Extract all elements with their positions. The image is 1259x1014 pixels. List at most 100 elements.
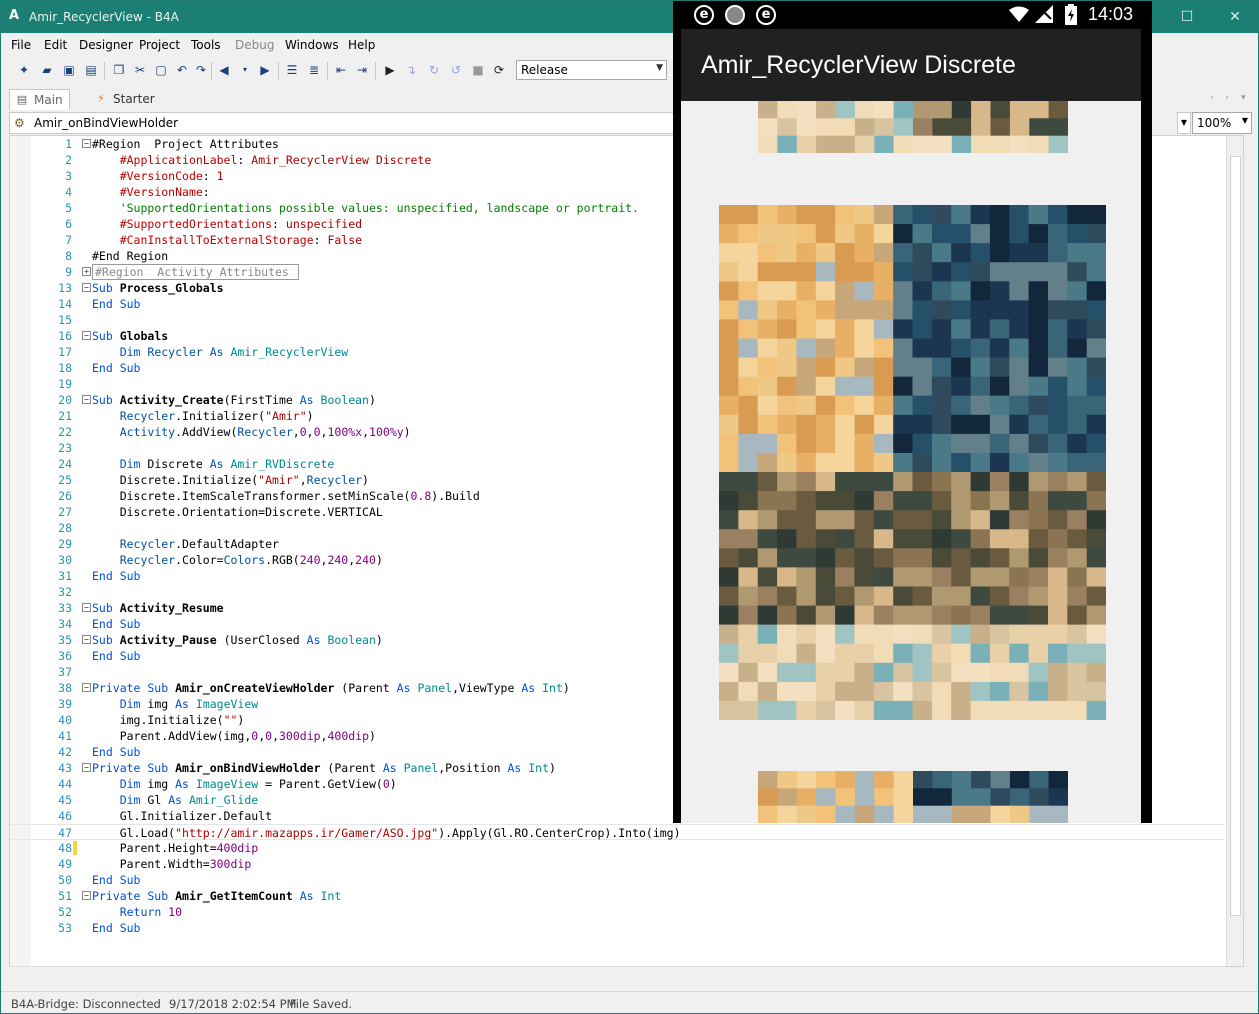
line-number: 53 [58, 921, 72, 935]
code-line[interactable]: 52 Return 10 [10, 904, 1225, 920]
indent-icon[interactable]: ⇥ [354, 62, 370, 78]
navigate-back-icon[interactable]: ◀ [216, 62, 232, 78]
step-over-icon[interactable]: ↻ [426, 62, 442, 78]
menu-tools[interactable]: Tools [191, 38, 221, 52]
line-number: 52 [58, 905, 72, 919]
recycler-view[interactable] [681, 101, 1141, 823]
new-file-icon[interactable]: ✦ [16, 62, 32, 78]
line-number: 19 [58, 377, 72, 391]
code-text: End Sub [92, 920, 140, 936]
code-token: Activity_Create [119, 393, 224, 407]
code-text: #VersionName: [92, 184, 210, 200]
code-text: End Sub [92, 296, 140, 312]
zoom-value: 100% [1197, 116, 1232, 130]
restart-icon[interactable]: ⟳ [491, 62, 507, 78]
step-out-icon[interactable]: ↺ [448, 62, 464, 78]
copy-icon[interactable]: ❐ [111, 62, 127, 78]
code-line[interactable]: 47 Gl.Load("http://amir.mazapps.ir/Gamer… [10, 824, 1225, 840]
collapse-region-icon[interactable]: − [82, 891, 91, 900]
code-token: Gl.Initializer.Default [92, 809, 273, 823]
code-token: End Sub [92, 297, 141, 311]
collapse-region-icon[interactable]: − [82, 635, 91, 644]
code-line[interactable]: 49 Parent.Width=300dip [10, 856, 1225, 872]
collapse-region-icon[interactable]: − [82, 603, 91, 612]
code-token: As [396, 681, 418, 695]
code-token: Colors [223, 553, 266, 567]
menu-debug[interactable]: Debug [235, 38, 274, 52]
code-token: ) [375, 633, 383, 647]
menu-project[interactable]: Project [139, 38, 180, 52]
code-token: img.Initialize( [92, 713, 224, 727]
code-token: As [292, 889, 321, 903]
module-tabs: ▤ Main ⚡ Starter [1, 87, 681, 111]
collapse-region-icon[interactable]: − [82, 763, 91, 772]
code-line[interactable]: 50 End Sub [10, 872, 1225, 888]
code-token: Amir_onCreateViewHolder [175, 681, 335, 695]
outdent-icon[interactable]: ⇤ [333, 62, 349, 78]
line-number: 39 [58, 697, 72, 711]
code-token: Amir_RecyclerView Discrete [251, 153, 432, 167]
zoom-select[interactable]: 100% ▼ [1192, 112, 1252, 134]
navigate-forward-icon[interactable]: ▶ [257, 62, 273, 78]
code-token: As [299, 393, 321, 407]
code-token: 240 [355, 553, 376, 567]
open-folder-icon[interactable]: ▰ [39, 62, 55, 78]
stop-icon[interactable]: ■ [470, 62, 486, 78]
code-line[interactable]: 53 End Sub [10, 920, 1225, 936]
vertical-scrollbar[interactable] [1226, 136, 1243, 966]
tab-scroll-right-icon[interactable]: › [1225, 93, 1229, 103]
maximize-icon[interactable]: ☐ [1177, 7, 1197, 27]
save-all-icon[interactable]: ▤ [83, 62, 99, 78]
horizontal-scrollbar[interactable] [10, 966, 1225, 982]
paste-icon[interactable]: ▢ [153, 62, 169, 78]
redo-icon[interactable]: ↷ [193, 62, 209, 78]
tab-starter[interactable]: ⚡ Starter [89, 89, 161, 110]
save-icon[interactable]: ▣ [61, 62, 77, 78]
code-line[interactable]: 51 − Private Sub Amir_GetItemCount As Int [10, 888, 1225, 904]
comment-block-icon[interactable]: ☰ [284, 62, 300, 78]
menu-file[interactable]: File [11, 38, 31, 52]
recycler-item-image[interactable] [758, 771, 1068, 823]
code-token: Activity [119, 425, 176, 439]
cut-icon[interactable]: ✂ [132, 62, 148, 78]
run-icon[interactable]: ▶ [382, 62, 398, 78]
back-dropdown-icon[interactable]: ▾ [237, 62, 253, 78]
code-text: Return 10 [92, 904, 182, 920]
code-token: Recycler [119, 409, 176, 423]
scrollbar-thumb[interactable] [1230, 156, 1241, 916]
code-token: End Sub [92, 921, 141, 935]
collapse-region-icon[interactable]: − [82, 683, 91, 692]
expand-region-icon[interactable]: + [82, 267, 91, 276]
line-number: 14 [58, 297, 72, 311]
tab-scroll-left-icon[interactable]: ‹ [1210, 93, 1214, 103]
code-token: 0 [313, 425, 321, 439]
menu-edit[interactable]: Edit [44, 38, 67, 52]
undo-icon[interactable]: ↶ [174, 62, 190, 78]
tab-list-icon[interactable]: ▾ [1241, 93, 1246, 103]
build-configuration-select[interactable]: Release ▼ [516, 60, 667, 80]
tab-main[interactable]: ▤ Main [9, 89, 70, 110]
step-in-icon[interactable]: ↴ [403, 62, 419, 78]
menu-help[interactable]: Help [348, 38, 375, 52]
recycler-item-image[interactable] [758, 101, 1068, 153]
close-icon[interactable]: ✕ [1225, 7, 1245, 27]
sub-selector[interactable]: ⚙ Amir_onBindViewHolder [9, 112, 677, 134]
menu-windows[interactable]: Windows [285, 38, 339, 52]
sub-selector-dropdown-icon[interactable]: ▼ [1177, 112, 1191, 134]
code-token: 400dip [327, 729, 370, 743]
code-line[interactable]: 48 Parent.Height=400dip [10, 840, 1225, 856]
code-token: : [237, 153, 252, 167]
recycler-item-image[interactable] [719, 205, 1106, 720]
collapse-region-icon[interactable]: − [82, 331, 91, 340]
code-token: , [272, 729, 279, 743]
code-token: ).Apply(Gl.RO.CenterCrop).Into(img) [438, 826, 681, 840]
uncomment-block-icon[interactable]: ≣ [306, 62, 322, 78]
collapse-region-icon[interactable]: − [82, 395, 91, 404]
code-token: As [175, 697, 196, 711]
collapse-region-icon[interactable]: − [82, 283, 91, 292]
code-token: 100%x [327, 425, 363, 439]
menu-designer[interactable]: Designer [79, 38, 133, 52]
collapse-region-icon[interactable]: − [82, 139, 91, 148]
